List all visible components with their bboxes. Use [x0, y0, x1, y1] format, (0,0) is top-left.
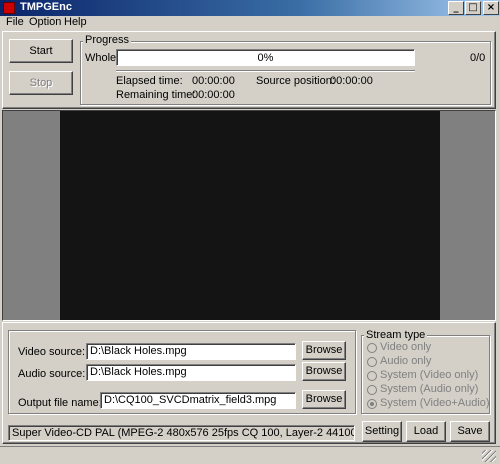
load-button[interactable]: Load	[406, 421, 446, 442]
remaining-time-label: Remaining time:	[116, 89, 196, 101]
radio-audio-only-label: Audio only	[380, 355, 432, 367]
video-preview	[60, 111, 440, 320]
elapsed-time-value: 00:00:00	[192, 75, 235, 87]
radio-system-video-only-label: System (Video only)	[380, 369, 479, 381]
title-bar[interactable]: TMPGEnc _ □ ×	[0, 0, 500, 16]
menu-help[interactable]: Help	[64, 16, 87, 28]
setting-button[interactable]: Setting	[362, 421, 402, 442]
radio-audio-only[interactable]	[367, 357, 377, 367]
start-button[interactable]: Start	[9, 39, 73, 63]
stop-button[interactable]: Stop	[9, 71, 73, 95]
app-icon[interactable]	[3, 2, 15, 14]
video-source-label: Video source:	[18, 346, 86, 358]
save-button[interactable]: Save	[450, 421, 490, 442]
whole-label: Whole:	[85, 52, 120, 64]
progress-group-label: Progress	[83, 34, 132, 46]
menu-file[interactable]: File	[6, 16, 24, 28]
radio-video-only-label: Video only	[380, 341, 432, 353]
output-file-input[interactable]: D:\CQ100_SVCDmatrix_field3.mpg	[100, 392, 296, 409]
progress-count: 0/0	[470, 52, 486, 64]
preview-area	[2, 110, 496, 321]
elapsed-time-label: Elapsed time:	[116, 75, 183, 87]
stream-type-label: Stream type	[364, 329, 428, 341]
menu-bar: File Option Help	[0, 16, 500, 30]
radio-system-video-only[interactable]	[367, 371, 377, 381]
radio-system-audio-only-label: System (Audio only)	[380, 383, 479, 395]
radio-system-video-audio-label: System (Video+Audio)	[380, 397, 490, 409]
audio-browse-button[interactable]: Browse	[302, 362, 346, 381]
menu-option[interactable]: Option	[29, 16, 61, 28]
radio-system-video-audio[interactable]	[367, 399, 377, 409]
source-position-label: Source position:	[256, 75, 335, 87]
output-file-label: Output file name:	[18, 397, 102, 409]
radio-system-audio-only[interactable]	[367, 385, 377, 395]
close-button[interactable]: ×	[483, 1, 499, 15]
video-browse-button[interactable]: Browse	[302, 341, 346, 360]
progress-divider	[116, 70, 415, 72]
progress-percent: 0%	[257, 52, 274, 64]
radio-video-only[interactable]	[367, 343, 377, 353]
audio-source-input[interactable]: D:\Black Holes.mpg	[86, 364, 296, 381]
remaining-time-value: 00:00:00	[192, 89, 235, 101]
bottom-strip	[0, 446, 500, 464]
video-source-input[interactable]: D:\Black Holes.mpg	[86, 343, 296, 360]
source-position-value: 00:00:00	[330, 75, 373, 87]
resize-grip[interactable]	[482, 450, 496, 462]
output-browse-button[interactable]: Browse	[302, 390, 346, 409]
maximize-button[interactable]: □	[465, 1, 481, 15]
audio-source-label: Audio source:	[18, 368, 86, 380]
status-text: Super Video-CD PAL (MPEG-2 480x576 25fps…	[8, 425, 355, 441]
minimize-button[interactable]: _	[448, 1, 464, 15]
window-title: TMPGEnc	[20, 1, 72, 13]
